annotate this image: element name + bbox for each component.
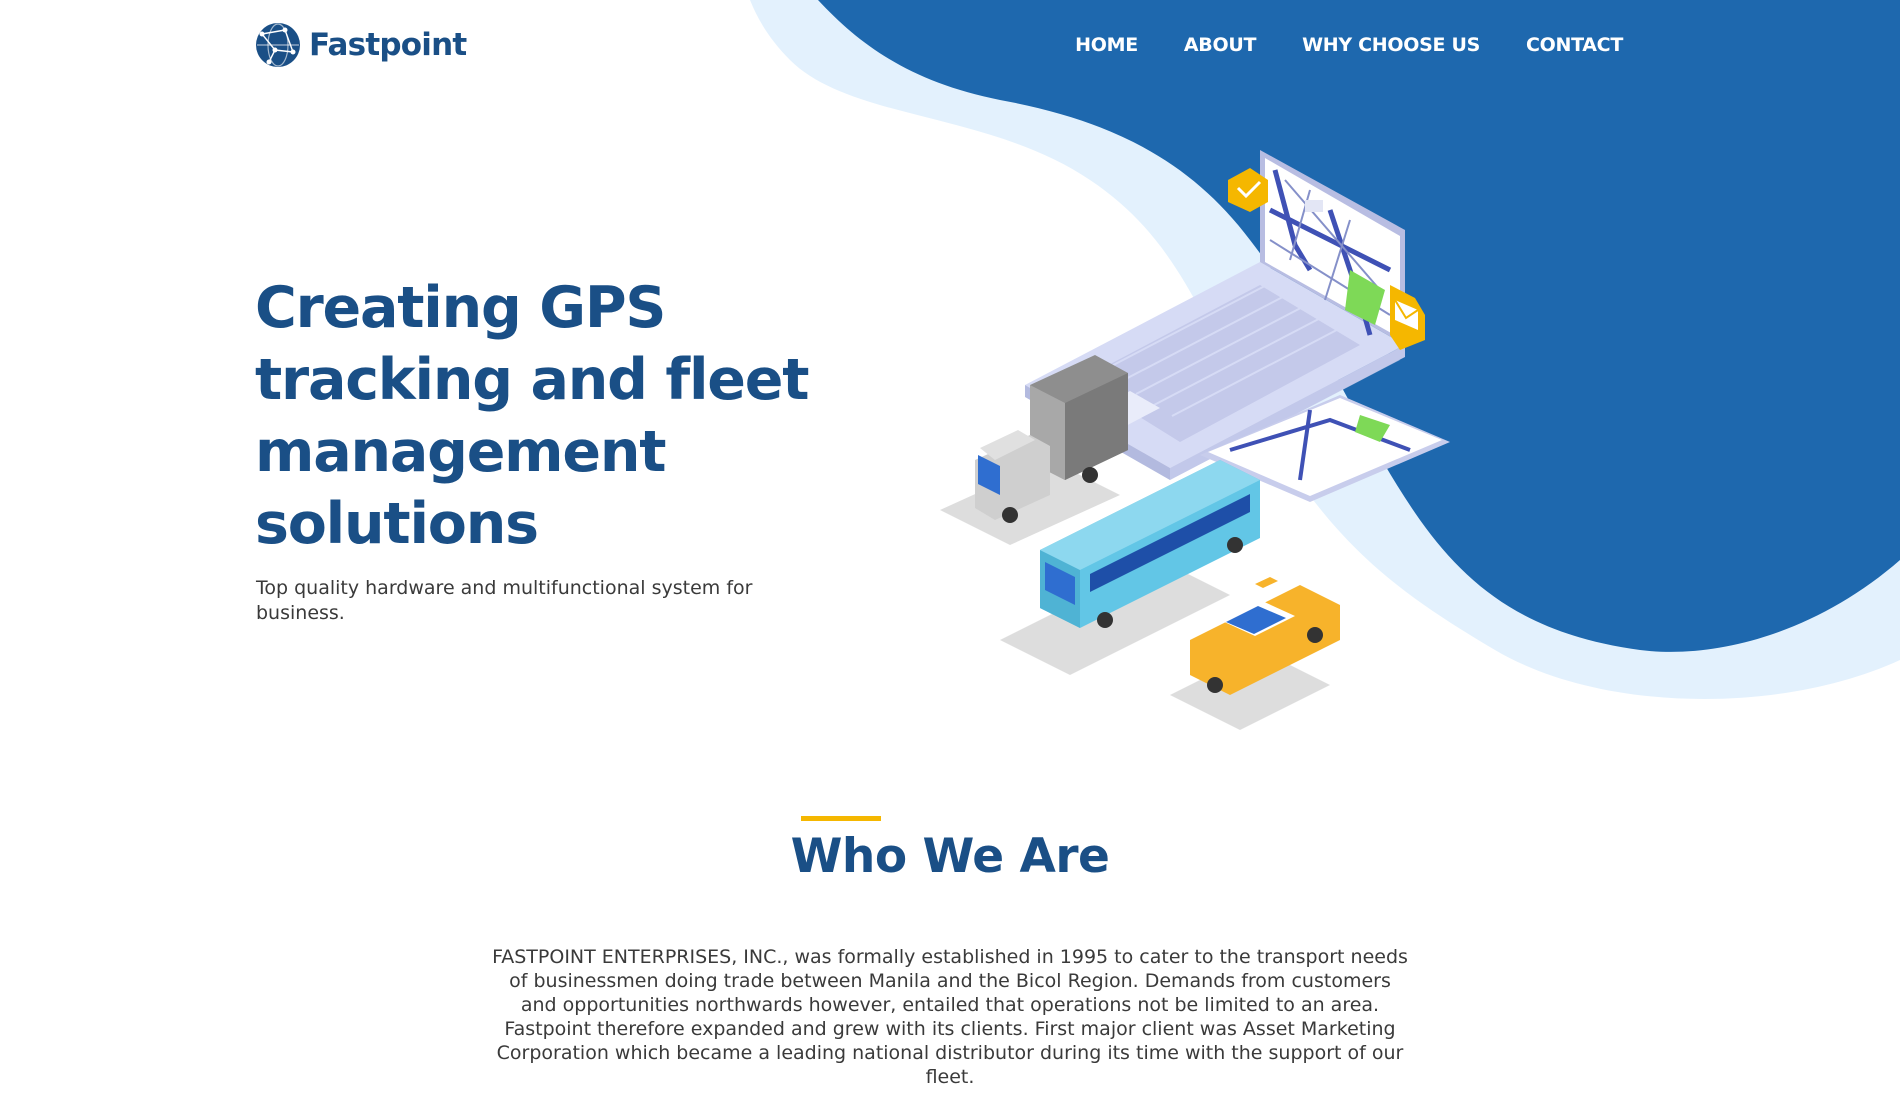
truck-vehicle (940, 355, 1128, 545)
who-we-are-title: Who We Are (790, 829, 1110, 884)
nav-why-choose-us[interactable]: WHY CHOOSE US (1302, 34, 1480, 56)
mail-badge-icon (1390, 285, 1425, 350)
main-nav: HOME ABOUT WHY CHOOSE US CONTACT (1075, 34, 1623, 56)
nav-contact[interactable]: CONTACT (1526, 34, 1623, 56)
page: Fastpoint HOME ABOUT WHY CHOOSE US CONTA… (0, 0, 1900, 1097)
nav-home[interactable]: HOME (1075, 34, 1138, 56)
nav-about[interactable]: ABOUT (1184, 34, 1257, 56)
hero-subtitle: Top quality hardware and multifunctional… (256, 577, 753, 624)
section-accent-bar (801, 816, 881, 821)
brand-name: Fastpoint (309, 27, 467, 63)
who-we-are-body: FASTPOINT ENTERPRISES, INC., was formall… (492, 946, 1408, 1088)
hero-title: Creating GPS tracking and fleet manageme… (255, 275, 809, 557)
brand-logo[interactable]: Fastpoint (255, 22, 467, 68)
globe-network-icon (256, 23, 300, 67)
fleet-tracking-illustration (940, 150, 1450, 730)
